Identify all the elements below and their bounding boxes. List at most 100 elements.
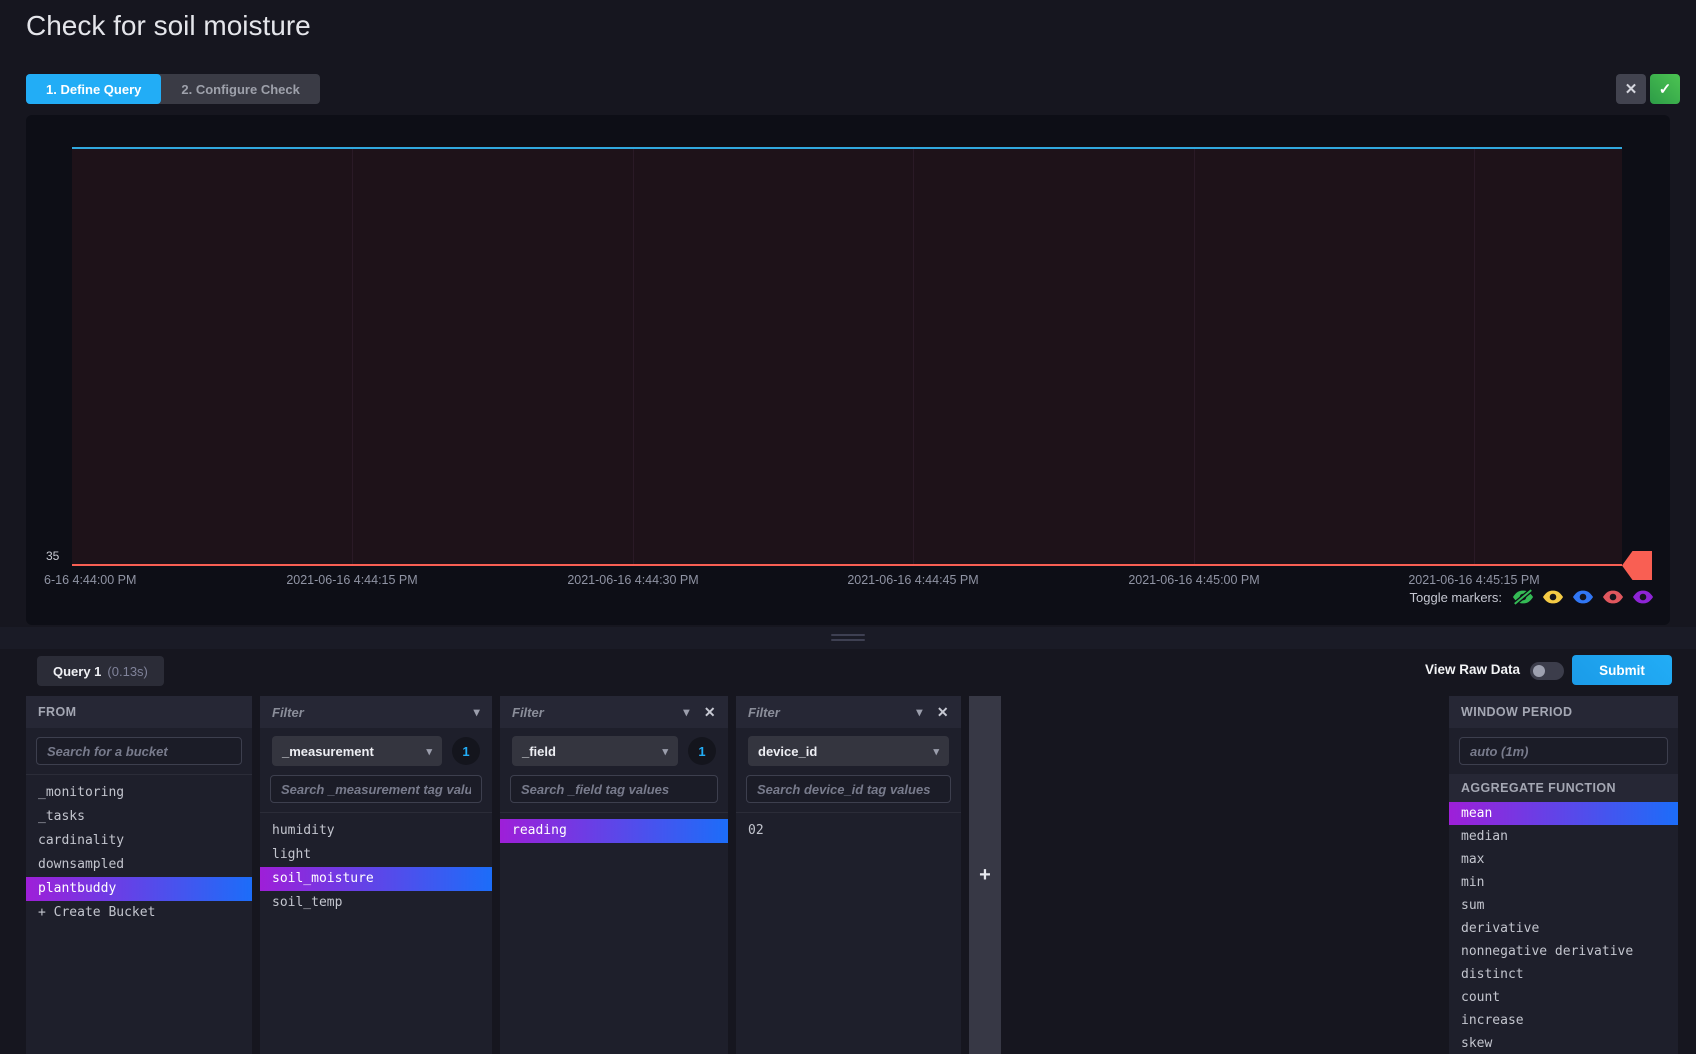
tag-key-dropdown[interactable]: device_id ▾ (748, 736, 949, 766)
aggregate-function-item[interactable]: median (1449, 825, 1678, 848)
measurement-list: humidity light soil_moisture soil_temp (260, 812, 492, 915)
gridline (633, 148, 634, 565)
view-raw-data-label: View Raw Data (1412, 662, 1520, 677)
selected-count-badge: 1 (452, 737, 480, 765)
eye-icon-red[interactable] (1602, 589, 1624, 605)
gridline (1194, 148, 1195, 565)
threshold-value-label: 35 (46, 549, 59, 563)
eye-icon-blue[interactable] (1572, 589, 1594, 605)
window-period-header: WINDOW PERIOD (1449, 696, 1678, 728)
toggle-markers-row: Toggle markers: (1410, 589, 1654, 605)
tab-configure-check[interactable]: 2. Configure Check (161, 74, 319, 104)
x-axis-tick: 6-16 4:44:00 PM (44, 573, 136, 587)
gridline (352, 148, 353, 565)
field-list: reading (500, 812, 728, 843)
resize-divider (0, 627, 1696, 649)
device-id-search-input[interactable] (746, 775, 951, 803)
tab-define-query[interactable]: 1. Define Query (26, 74, 161, 104)
device-id-list: 02 (736, 812, 961, 843)
close-icon[interactable]: ✕ (704, 704, 716, 721)
aggregate-function-item[interactable]: max (1449, 848, 1678, 871)
tag-value-item[interactable]: light (260, 843, 492, 867)
x-axis-tick: 2021-06-16 4:44:15 PM (286, 573, 417, 587)
bucket-item-selected[interactable]: plantbuddy (26, 877, 252, 901)
tag-value-item[interactable]: humidity (260, 819, 492, 843)
threshold-drag-handle[interactable] (1622, 551, 1652, 580)
query-preview-panel: 35 6-16 4:44:00 PM 2021-06-16 4:44:15 PM… (26, 115, 1670, 625)
close-icon: ✕ (1625, 80, 1638, 98)
bucket-item[interactable]: _monitoring (26, 781, 252, 805)
filter-card-header: Filter ▾ ✕ (500, 696, 728, 728)
add-filter-card-button[interactable]: + (969, 696, 1001, 1054)
resize-drag-handle[interactable] (831, 634, 865, 644)
aggregate-function-item[interactable]: sum (1449, 894, 1678, 917)
tag-value-item-selected[interactable]: soil_moisture (260, 867, 492, 891)
eye-icon-yellow[interactable] (1542, 589, 1564, 605)
bucket-item[interactable]: downsampled (26, 853, 252, 877)
selected-count-badge: 1 (688, 737, 716, 765)
aggregate-function-item[interactable]: increase (1449, 1009, 1678, 1032)
toggle-markers-label: Toggle markers: (1410, 590, 1502, 605)
tag-value-item-selected[interactable]: reading (500, 819, 728, 843)
chevron-down-icon[interactable]: ▾ (474, 705, 480, 719)
aggregate-function-item[interactable]: nonnegative derivative (1449, 940, 1678, 963)
submit-label: Submit (1599, 663, 1645, 678)
filter-card-measurement: Filter ▾ _measurement ▾ 1 humidity light… (260, 696, 492, 1054)
filter-card-device-id: Filter ▾ ✕ device_id ▾ 02 (736, 696, 961, 1054)
tag-key-value: _field (522, 744, 556, 759)
filter-card-field: Filter ▾ ✕ _field ▾ 1 reading (500, 696, 728, 1054)
create-bucket-button[interactable]: + Create Bucket (26, 901, 252, 925)
chevron-down-icon: ▾ (662, 745, 668, 758)
submit-button[interactable]: Submit (1572, 655, 1672, 685)
check-icon: ✓ (1659, 80, 1672, 98)
chevron-down-icon: ▾ (933, 745, 939, 758)
tag-key-row: device_id ▾ (736, 728, 961, 766)
aggregate-function-item-selected[interactable]: mean (1449, 802, 1678, 825)
aggregate-function-item[interactable]: min (1449, 871, 1678, 894)
chevron-down-icon[interactable]: ▾ (683, 705, 689, 719)
field-search-input[interactable] (510, 775, 718, 803)
tag-key-value: device_id (758, 744, 817, 759)
from-title: FROM (38, 705, 76, 719)
save-check-button[interactable]: ✓ (1650, 74, 1680, 104)
chevron-down-icon[interactable]: ▾ (916, 705, 922, 719)
eye-off-icon-green[interactable] (1512, 589, 1534, 605)
from-bucket-card: FROM _monitoring _tasks cardinality down… (26, 696, 252, 1054)
aggregate-function-header: AGGREGATE FUNCTION (1449, 774, 1678, 802)
plus-icon: + (979, 864, 991, 887)
tag-value-item[interactable]: soil_temp (260, 891, 492, 915)
eye-icon-purple[interactable] (1632, 589, 1654, 605)
window-period-input[interactable] (1459, 737, 1668, 765)
query-tab-name: Query 1 (53, 664, 101, 679)
tag-value-item[interactable]: 02 (736, 819, 961, 843)
aggregate-function-item[interactable]: count (1449, 986, 1678, 1009)
gridline (1474, 148, 1475, 565)
query-preview-plot (72, 148, 1622, 565)
measurement-search-input[interactable] (270, 775, 482, 803)
filter-title: Filter (512, 705, 544, 720)
view-raw-data-toggle[interactable] (1530, 662, 1564, 680)
tag-key-dropdown[interactable]: _field ▾ (512, 736, 678, 766)
window-period-title: WINDOW PERIOD (1461, 705, 1572, 719)
aggregate-function-item[interactable]: derivative (1449, 917, 1678, 940)
tag-key-dropdown[interactable]: _measurement ▾ (272, 736, 442, 766)
filter-card-header: Filter ▾ (260, 696, 492, 728)
threshold-line (72, 564, 1622, 566)
cancel-button[interactable]: ✕ (1616, 74, 1646, 104)
filter-title: Filter (748, 705, 780, 720)
aggregate-function-item[interactable]: skew (1449, 1032, 1678, 1054)
window-period-card: WINDOW PERIOD AGGREGATE FUNCTION mean me… (1449, 696, 1678, 1054)
tag-key-value: _measurement (282, 744, 374, 759)
bucket-item[interactable]: _tasks (26, 805, 252, 829)
bucket-item[interactable]: cardinality (26, 829, 252, 853)
bucket-search-input[interactable] (36, 737, 242, 765)
close-icon[interactable]: ✕ (937, 704, 949, 721)
aggregate-function-title: AGGREGATE FUNCTION (1461, 781, 1616, 795)
aggregate-function-item[interactable]: distinct (1449, 963, 1678, 986)
x-axis-tick: 2021-06-16 4:44:45 PM (847, 573, 978, 587)
chevron-down-icon: ▾ (426, 745, 432, 758)
query-tab[interactable]: Query 1 (0.13s) (37, 656, 164, 686)
page-title: Check for soil moisture (26, 10, 311, 42)
gridline (913, 148, 914, 565)
bucket-list: _monitoring _tasks cardinality downsampl… (26, 774, 252, 925)
